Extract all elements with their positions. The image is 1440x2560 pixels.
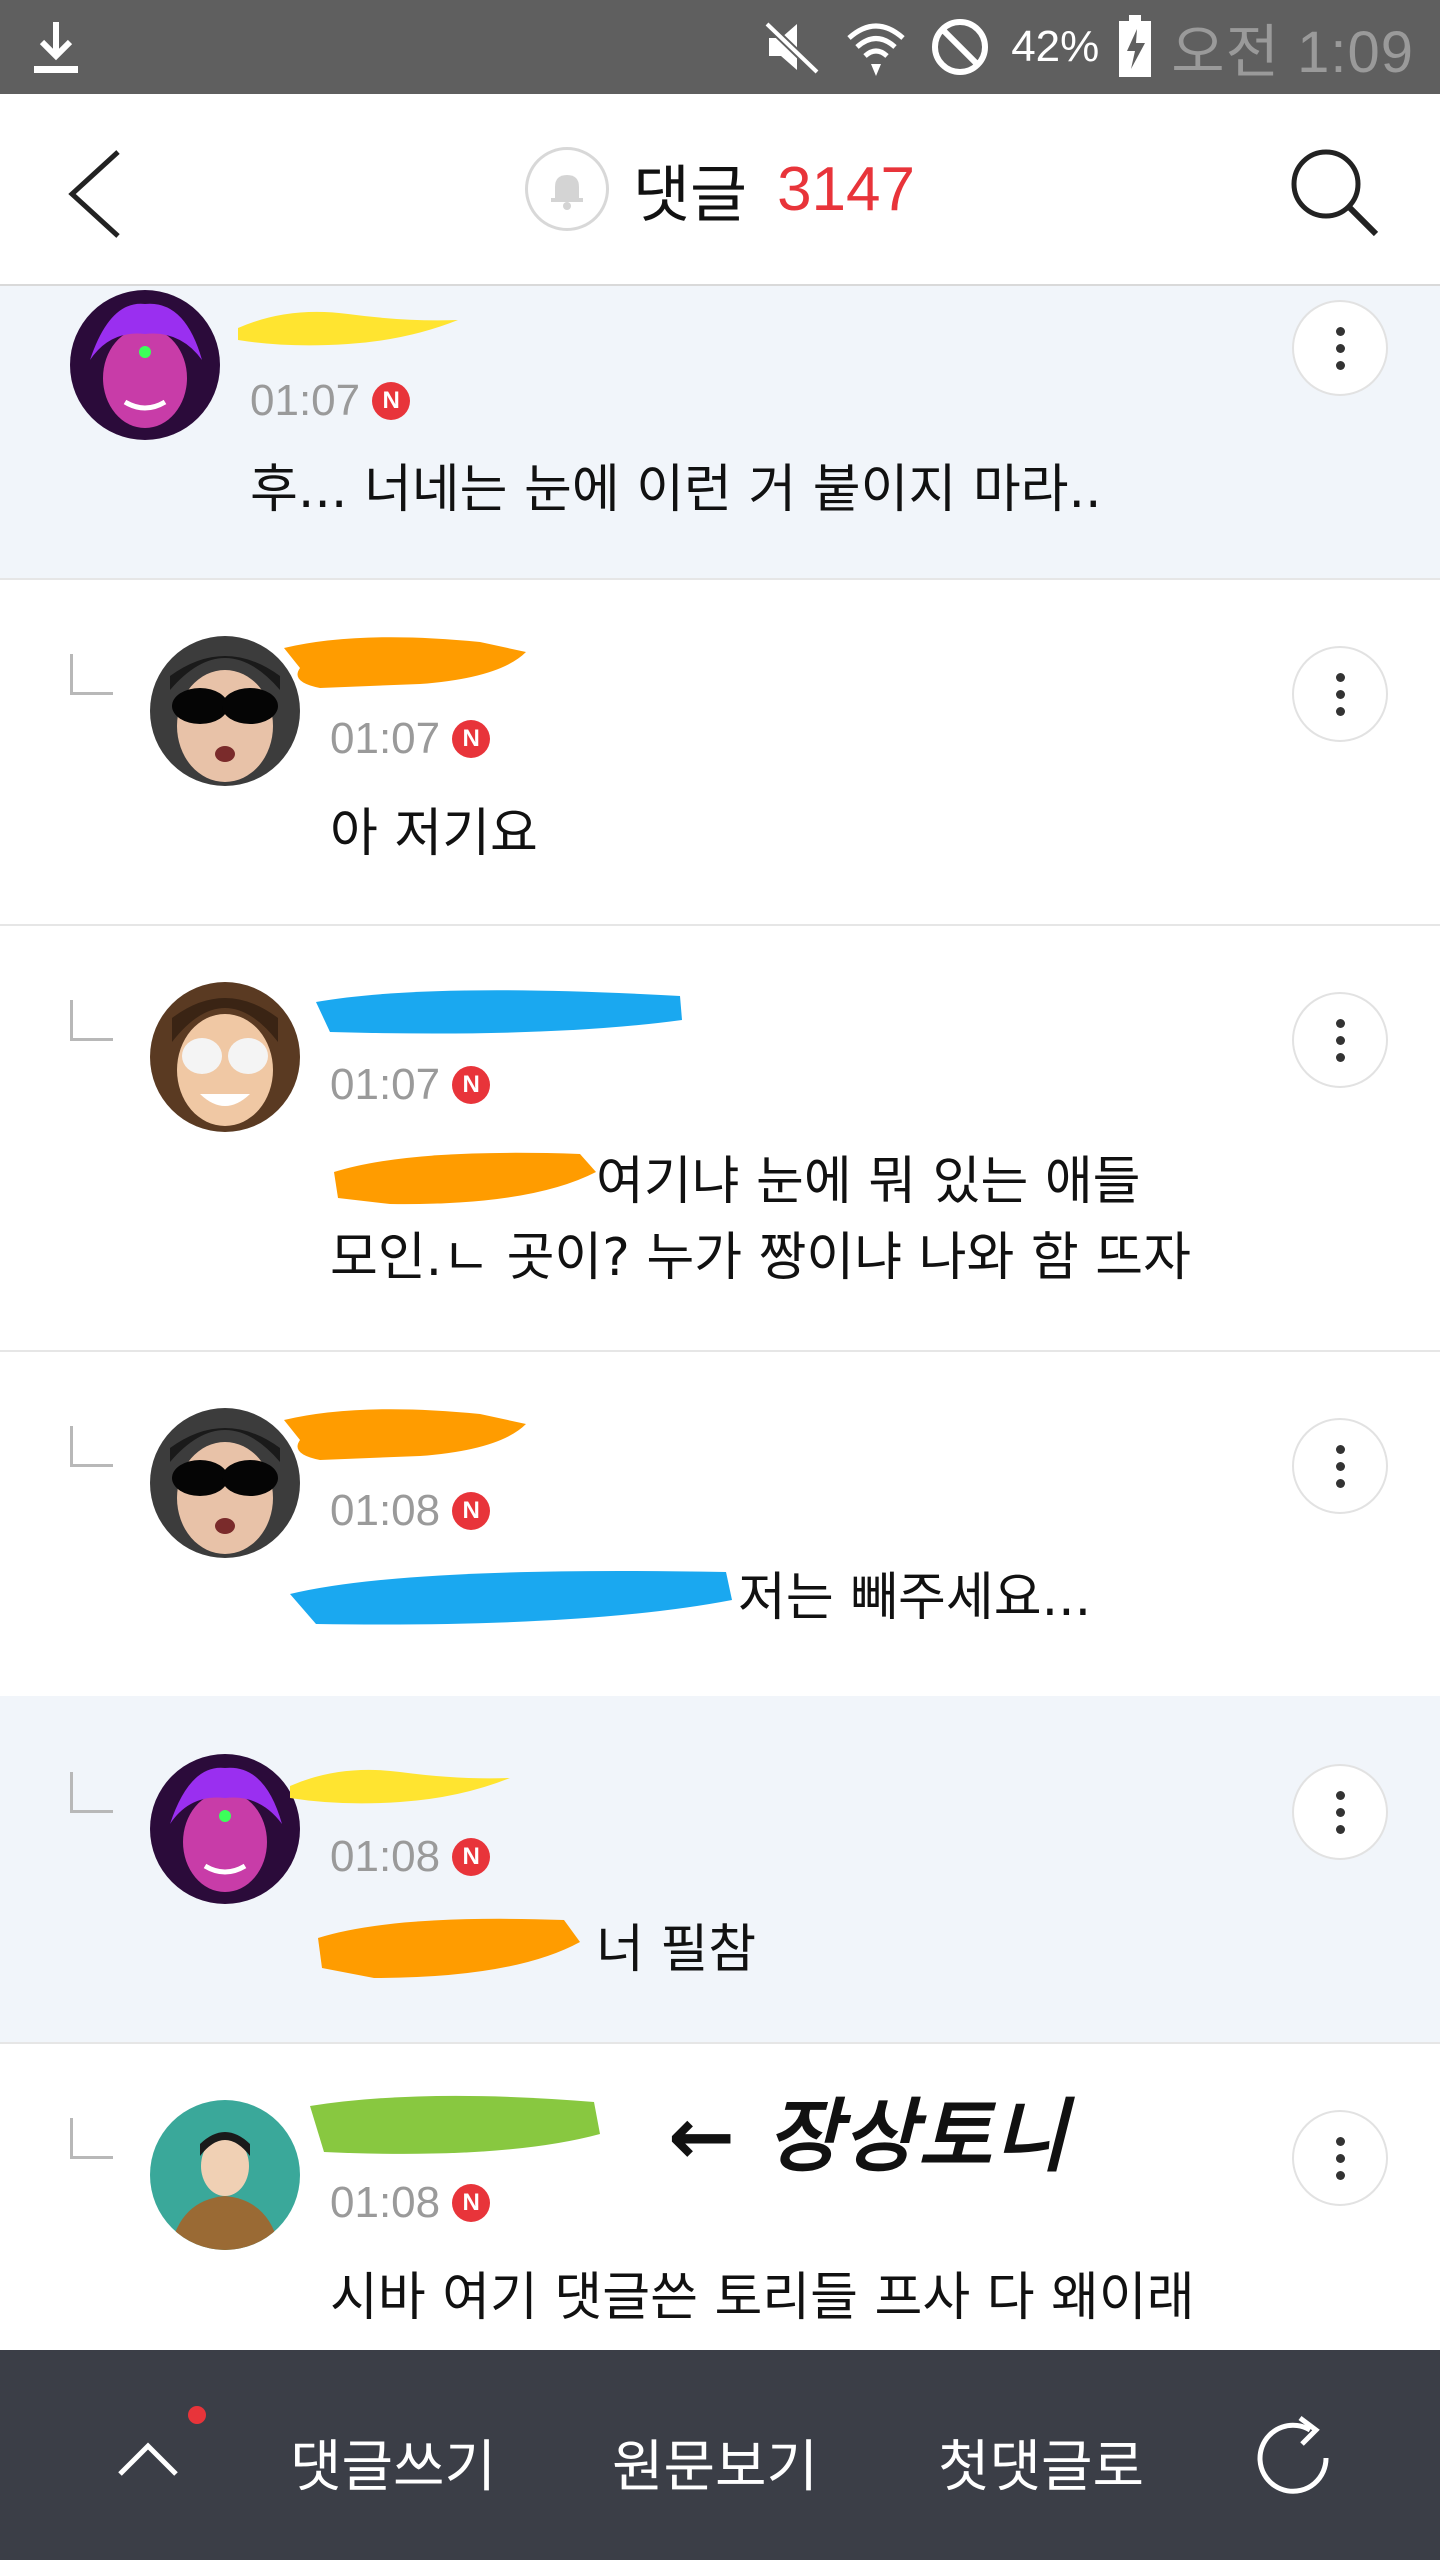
write-comment-button[interactable]: 댓글쓰기 [290, 2422, 496, 2503]
more-options-button[interactable] [1292, 300, 1388, 396]
redacted-username [290, 1769, 510, 1804]
avatar[interactable] [150, 982, 300, 1132]
bell-icon [550, 175, 583, 210]
reply-indicator-icon [70, 1772, 113, 1813]
reply-indicator-icon [70, 654, 113, 695]
avatar[interactable] [150, 1754, 300, 1904]
more-options-button[interactable] [1292, 1418, 1388, 1514]
more-vertical-icon [1335, 323, 1345, 374]
comment-item: 01:07 N 여기냐 눈에 뭐 있는 애들 모인.ㄴ 곳이? 누가 짱이냐 나… [0, 924, 1440, 1352]
new-badge: N [452, 1066, 491, 1104]
battery-percent: 42% [1011, 22, 1100, 71]
comment-text: 모인.ㄴ 곳이? 누가 짱이냐 나와 함 뜨자 [330, 1228, 1191, 1288]
bottom-toolbar: 댓글쓰기 원문보기 첫댓글로 [0, 2350, 1440, 2560]
first-comment-button[interactable]: 첫댓글로 [938, 2422, 1144, 2503]
comment-text: 후... 너네는 눈에 이런 거 붙이지 마라.. [250, 460, 1102, 520]
comment-time: 01:07 [330, 714, 441, 763]
comment-time: 01:08 [330, 2178, 441, 2227]
more-vertical-icon [1335, 669, 1345, 720]
redacted-username [284, 1409, 526, 1460]
new-badge: N [452, 1492, 491, 1530]
comment-text: 너 필참 [596, 1920, 757, 1980]
comment-text: 아 저기요 [330, 804, 538, 864]
new-badge: N [452, 720, 491, 758]
battery-charging-icon [1119, 15, 1152, 77]
redacted-mention [318, 1918, 580, 1978]
redacted-username [316, 990, 682, 1034]
more-options-button[interactable] [1292, 1764, 1388, 1860]
search-icon[interactable] [1286, 144, 1382, 240]
new-badge: N [452, 2184, 491, 2222]
comment-list[interactable]: 01:07 N 후... 너네는 눈에 이런 거 붙이지 마라.. 01:07 … [0, 286, 1440, 2350]
more-options-button[interactable] [1292, 992, 1388, 1088]
redacted-mention [290, 1570, 732, 1625]
refresh-icon[interactable] [1248, 2412, 1338, 2502]
comment-item: 01:08 N 너 필참 [0, 1696, 1440, 2044]
header-title: 댓글 3147 [0, 144, 1440, 234]
redacted-username [310, 2095, 600, 2154]
more-options-button[interactable] [1292, 646, 1388, 742]
avatar[interactable] [70, 290, 220, 440]
handwritten-annotation: ← 장상토니 [668, 2090, 1070, 2183]
comment-item: 01:08 N 저는 빼주세요... [0, 1350, 1440, 1698]
redacted-username [238, 311, 458, 346]
new-badge: N [372, 382, 411, 420]
clock: 오전 1:09 [1171, 20, 1414, 85]
scroll-up-icon[interactable] [110, 2420, 186, 2496]
comment-text: 여기냐 눈에 뭐 있는 애들 [596, 1152, 1141, 1212]
comment-text: 시바 여기 댓글쓴 토리들 프사 다 왜이래 [330, 2268, 1195, 2328]
comment-item: ← 장상토니 01:08 N 시바 여기 댓글쓴 토리들 프사 다 왜이래 [0, 2042, 1440, 2350]
comment-time: 01:08 [330, 1486, 441, 1535]
reply-indicator-icon [70, 1426, 113, 1467]
wifi-icon [847, 23, 905, 76]
new-indicator-dot [188, 2406, 206, 2424]
do-not-disturb-icon [932, 19, 989, 75]
view-original-button[interactable]: 원문보기 [612, 2422, 818, 2503]
reply-indicator-icon [70, 2118, 113, 2159]
comment-time: 01:07 [250, 376, 361, 425]
more-vertical-icon [1335, 1787, 1345, 1838]
comment-item: 01:07 N 아 저기요 [0, 578, 1440, 926]
notification-bell-button[interactable] [524, 147, 609, 231]
more-options-button[interactable] [1292, 2110, 1388, 2206]
more-vertical-icon [1335, 1441, 1345, 1492]
more-vertical-icon [1335, 2133, 1345, 2184]
comment-count: 3147 [777, 154, 916, 224]
more-vertical-icon [1335, 1015, 1345, 1066]
avatar[interactable] [150, 2100, 300, 2250]
comment-time: 01:07 [330, 1060, 441, 1109]
status-bar: 42% 오전 1:09 [0, 0, 1440, 94]
new-badge: N [452, 1838, 491, 1876]
mute-icon [762, 19, 822, 77]
redacted-username [284, 637, 526, 688]
page-title: 댓글 [632, 161, 748, 230]
comment-time: 01:08 [330, 1832, 441, 1881]
header: 댓글 3147 [0, 94, 1440, 286]
reply-indicator-icon [70, 1000, 113, 1041]
redacted-mention [334, 1152, 596, 1205]
comment-item: 01:07 N 후... 너네는 눈에 이런 거 붙이지 마라.. [0, 286, 1440, 580]
comment-text: 저는 빼주세요... [738, 1568, 1092, 1628]
avatar[interactable] [150, 1408, 300, 1558]
avatar[interactable] [150, 636, 300, 786]
download-icon [34, 22, 78, 73]
